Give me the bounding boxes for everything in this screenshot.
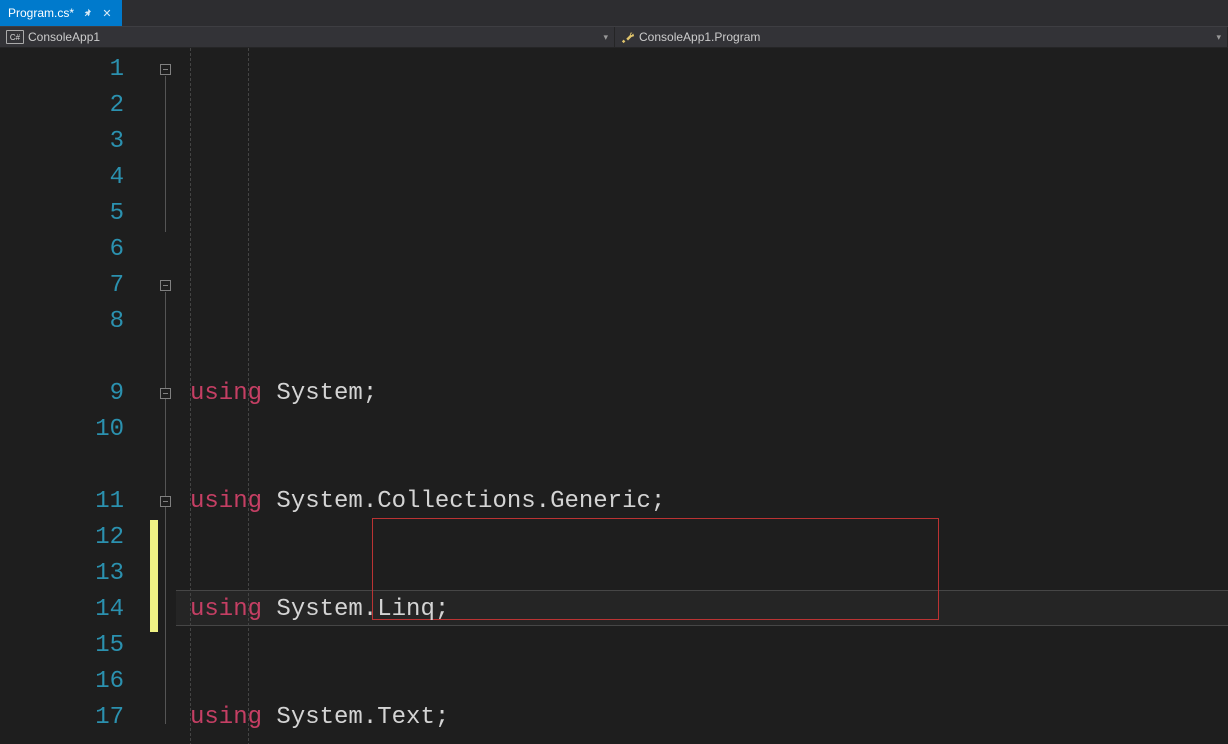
fold-line [165, 292, 166, 724]
nav-member-dropdown[interactable]: ConsoleApp1.Program ▾ [615, 27, 1228, 47]
code-line[interactable]: using System.Linq; [190, 592, 1228, 628]
line-number: 11 [0, 484, 150, 520]
line-number: 2 [0, 88, 150, 124]
code-line[interactable]: using System; [190, 376, 1228, 412]
line-number: 5 [0, 196, 150, 232]
folding-column [160, 48, 176, 744]
line-number: 6 [0, 232, 150, 268]
line-number-blank [0, 448, 150, 484]
chevron-down-icon: ▾ [1216, 32, 1221, 43]
line-number: 7 [0, 268, 150, 304]
code-line[interactable]: using System.Collections.Generic; [190, 484, 1228, 520]
change-indicator-bar [150, 48, 160, 744]
code-editor[interactable]: 1 2 3 4 5 6 7 8 9 10 11 12 13 14 15 16 1… [0, 48, 1228, 744]
line-number: 13 [0, 556, 150, 592]
fold-toggle[interactable] [160, 496, 171, 507]
pin-icon[interactable] [80, 6, 94, 20]
line-number: 14 [0, 592, 150, 628]
tab-bar: Program.cs* ✕ [0, 0, 1228, 27]
editor-tab[interactable]: Program.cs* ✕ [0, 0, 122, 26]
close-icon[interactable]: ✕ [100, 6, 114, 20]
nav-strip: C# ConsoleApp1 ▾ ConsoleApp1.Program ▾ [0, 27, 1228, 48]
nav-right-label: ConsoleApp1.Program [639, 30, 760, 44]
line-number-blank [0, 340, 150, 376]
line-number-gutter: 1 2 3 4 5 6 7 8 9 10 11 12 13 14 15 16 1… [0, 48, 150, 744]
nav-scope-dropdown[interactable]: C# ConsoleApp1 ▾ [0, 27, 615, 47]
line-number: 17 [0, 700, 150, 736]
line-number: 3 [0, 124, 150, 160]
code-body[interactable]: using System; using System.Collections.G… [190, 48, 1228, 744]
fold-line [165, 76, 166, 232]
class-icon [621, 30, 635, 44]
tab-title: Program.cs* [8, 6, 74, 20]
csharp-badge-icon: C# [6, 30, 24, 44]
line-number: 8 [0, 304, 150, 340]
fold-toggle[interactable] [160, 64, 171, 75]
change-marker [150, 520, 158, 632]
fold-toggle[interactable] [160, 388, 171, 399]
line-number: 15 [0, 628, 150, 664]
line-number: 10 [0, 412, 150, 448]
chevron-down-icon: ▾ [603, 32, 608, 43]
line-number: 9 [0, 376, 150, 412]
line-number: 16 [0, 664, 150, 700]
line-number: 4 [0, 160, 150, 196]
nav-left-label: ConsoleApp1 [28, 30, 100, 44]
code-line[interactable]: using System.Text; [190, 700, 1228, 736]
line-number: 12 [0, 520, 150, 556]
fold-toggle[interactable] [160, 280, 171, 291]
line-number: 1 [0, 52, 150, 88]
